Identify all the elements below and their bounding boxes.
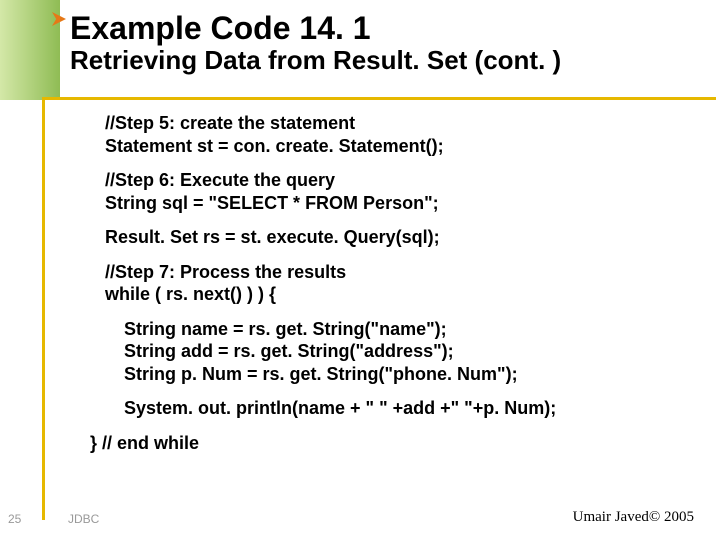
slide-content: //Step 5: create the statement Statement…	[90, 112, 700, 466]
code-line: } // end while	[90, 432, 700, 455]
side-accent-line	[42, 100, 45, 520]
footer-author: Umair Javed© 2005	[573, 509, 694, 526]
code-line: String add = rs. get. String("address");	[124, 340, 700, 363]
slide-subtitle: Retrieving Data from Result. Set (cont. …	[70, 46, 700, 75]
title-block: Example Code 14. 1 Retrieving Data from …	[70, 12, 700, 74]
code-line: String name = rs. get. String("name");	[124, 318, 700, 341]
code-line: System. out. println(name + " " +add +" …	[124, 397, 700, 420]
code-line: String sql = "SELECT * FROM Person";	[105, 192, 700, 215]
accent-bar	[0, 0, 60, 100]
code-line: //Step 6: Execute the query	[105, 169, 700, 192]
footer-label: JDBC	[68, 512, 99, 526]
code-line: while ( rs. next() ) ) {	[105, 283, 700, 306]
slide-number: 25	[8, 512, 21, 526]
title-underline	[42, 97, 716, 100]
code-line: //Step 7: Process the results	[105, 261, 700, 284]
slide-title: Example Code 14. 1	[70, 12, 700, 46]
code-line: Result. Set rs = st. execute. Query(sql)…	[105, 226, 700, 249]
code-line: //Step 5: create the statement	[105, 112, 700, 135]
slide-header: Example Code 14. 1 Retrieving Data from …	[0, 0, 720, 100]
code-line: String p. Num = rs. get. String("phone. …	[124, 363, 700, 386]
code-line: Statement st = con. create. Statement();	[105, 135, 700, 158]
